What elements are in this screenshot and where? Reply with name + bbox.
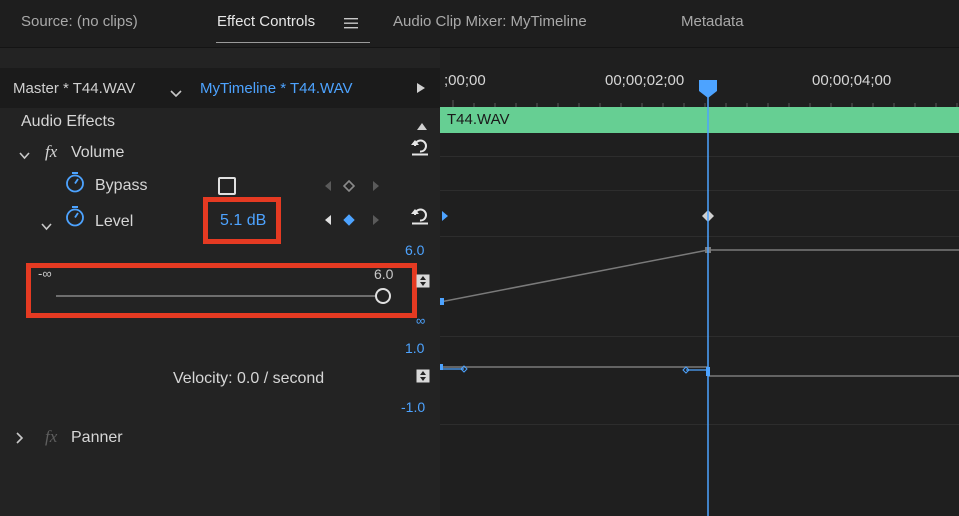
slider-min-label: -∞ bbox=[38, 266, 52, 281]
tab-audio-clip-mixer[interactable]: Audio Clip Mixer: MyTimeline bbox=[393, 13, 587, 30]
bypass-checkbox[interactable] bbox=[218, 177, 236, 195]
velocity-point bbox=[440, 364, 443, 370]
volume-effect-label: Volume bbox=[71, 144, 125, 161]
timeline-panel: ;00;00 00;00;02;00 00;00;04;00 T44.WAV bbox=[440, 48, 959, 516]
volume-expand-chevron-icon[interactable] bbox=[19, 147, 30, 160]
graph-height-handle-icon[interactable] bbox=[416, 274, 430, 288]
panner-effect-label: Panner bbox=[71, 429, 123, 446]
tab-effect-controls[interactable]: Effect Controls bbox=[217, 13, 315, 30]
effect-controls-panel: Master * T44.WAV MyTimeline * T44.WAV Au… bbox=[0, 48, 440, 516]
add-keyframe-icon[interactable] bbox=[342, 179, 356, 193]
next-keyframe-icon[interactable] bbox=[372, 179, 380, 191]
sequence-clip-label[interactable]: MyTimeline * T44.WAV bbox=[200, 80, 353, 97]
level-reset-icon[interactable] bbox=[410, 207, 430, 225]
velocity-readout: Velocity: 0.0 / second bbox=[173, 370, 325, 387]
panner-fx-icon[interactable]: fx bbox=[45, 427, 57, 447]
level-label: Level bbox=[95, 213, 134, 230]
active-tab-indicator bbox=[216, 42, 370, 43]
slider-thumb bbox=[375, 288, 391, 304]
collapse-up-triangle-icon[interactable] bbox=[416, 118, 428, 130]
level-previous-keyframe-icon[interactable] bbox=[324, 213, 332, 225]
velocity-height-handle-icon[interactable] bbox=[416, 369, 430, 383]
level-graph-start-point bbox=[440, 298, 444, 305]
tab-source[interactable]: Source: (no clips) bbox=[21, 13, 138, 30]
panner-expand-chevron-icon[interactable] bbox=[16, 431, 24, 444]
keyframe-in-point-marker bbox=[442, 211, 448, 221]
level-slider[interactable] bbox=[50, 286, 410, 306]
bypass-stopwatch-icon[interactable] bbox=[64, 171, 86, 193]
audio-effects-header: Audio Effects bbox=[21, 113, 115, 130]
bypass-label: Bypass bbox=[95, 177, 148, 194]
previous-keyframe-icon[interactable] bbox=[324, 179, 332, 191]
keyframe-graph bbox=[440, 80, 959, 516]
source-selector-row: Master * T44.WAV MyTimeline * T44.WAV bbox=[0, 68, 440, 108]
tab-metadata[interactable]: Metadata bbox=[681, 13, 744, 30]
level-stopwatch-icon[interactable] bbox=[64, 205, 86, 227]
level-graph-min-label: ∞ bbox=[416, 313, 426, 328]
level-graph-max-label: 6.0 bbox=[405, 242, 425, 258]
playhead-handle bbox=[699, 80, 717, 98]
slider-max-label: 6.0 bbox=[374, 266, 394, 282]
level-value-curve bbox=[440, 249, 959, 303]
effect-controls-window: Source: (no clips) Effect Controls Audio… bbox=[0, 0, 959, 516]
play-triangle-icon[interactable] bbox=[416, 81, 426, 93]
level-expand-chevron-icon[interactable] bbox=[41, 218, 52, 231]
velocity-graph-min-label: -1.0 bbox=[401, 399, 426, 415]
level-next-keyframe-icon[interactable] bbox=[372, 213, 380, 225]
panel-tab-bar: Source: (no clips) Effect Controls Audio… bbox=[0, 0, 959, 48]
reset-icon[interactable] bbox=[410, 138, 430, 156]
chevron-down-icon[interactable] bbox=[170, 85, 182, 98]
master-clip-label[interactable]: Master * T44.WAV bbox=[13, 80, 135, 97]
hamburger-icon[interactable] bbox=[344, 16, 358, 29]
level-keyframe-icon[interactable] bbox=[343, 213, 355, 226]
level-value-field[interactable]: 5.1 dB bbox=[220, 212, 266, 230]
velocity-graph-max-label: 1.0 bbox=[405, 340, 425, 356]
volume-fx-icon[interactable]: fx bbox=[45, 142, 57, 162]
